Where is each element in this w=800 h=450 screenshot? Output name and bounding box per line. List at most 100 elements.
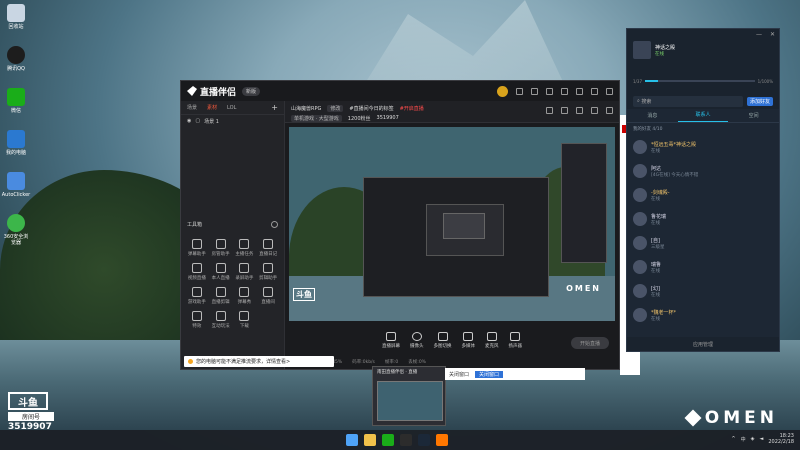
room-red-text[interactable]: #开启直播 xyxy=(400,105,424,112)
scene-row[interactable]: ◉ ▢ 场景 1 xyxy=(181,115,284,127)
contact-item[interactable]: 瑞鲁 在线 xyxy=(627,255,779,279)
qq-status[interactable]: 在线 xyxy=(655,51,675,57)
tab-material[interactable]: 素材 xyxy=(207,104,217,111)
friend-group-header[interactable]: 我的好友 4/10 xyxy=(627,123,779,135)
minimize-icon[interactable] xyxy=(576,87,583,95)
system-tray: ^ 中 ◈ ◄ 18:23 2022/2/18 xyxy=(731,433,794,445)
version-badge[interactable]: 新版 xyxy=(242,86,261,96)
gift-icon[interactable] xyxy=(546,107,553,114)
tool-item[interactable]: 下载 xyxy=(233,311,257,329)
camera-button[interactable]: 摄像头 xyxy=(410,331,424,349)
tool-item[interactable]: 游戏助手 xyxy=(185,287,209,305)
toolbox-settings-icon[interactable] xyxy=(271,221,278,228)
taskbar-thumbnail[interactable]: 南田直播伴侣 · 直播 xyxy=(372,366,446,426)
chart-icon[interactable] xyxy=(576,107,583,114)
computer-icon xyxy=(7,130,25,148)
user-avatar[interactable] xyxy=(497,85,508,97)
omen-diamond-icon xyxy=(684,409,702,427)
contact-item[interactable]: 鲁花瑞 在线 xyxy=(627,207,779,231)
desktop-icon-qq[interactable]: 腾讯QQ xyxy=(2,46,30,86)
qq-search-input[interactable]: ⌕ 搜索 xyxy=(633,95,743,107)
desktop-icon-360-browser[interactable]: 360安全浏览器 xyxy=(2,214,30,254)
clip-icon xyxy=(215,287,226,297)
gift-icon[interactable] xyxy=(531,87,538,95)
douyu-icon[interactable] xyxy=(436,434,448,446)
qq-user-info[interactable]: 神话之殿 在线 xyxy=(633,41,773,59)
tool-item[interactable]: 本人直播 xyxy=(209,263,233,281)
contact-item[interactable]: *恒远五毒*神话之殿 在线 xyxy=(627,135,779,159)
contact-item[interactable]: *魏老一杯* 在线 xyxy=(627,303,779,327)
add-friend-button[interactable]: 添加好友 xyxy=(746,96,773,106)
image-icon xyxy=(437,331,448,341)
tool-item[interactable]: 录屏助手 xyxy=(233,263,257,281)
media-button[interactable]: 多媒体 xyxy=(462,331,475,349)
start-live-button[interactable]: 开始直播 xyxy=(571,337,609,349)
contact-item[interactable]: 阿达 [4G在线] 今天心情不错 xyxy=(627,159,779,183)
system-clock[interactable]: 18:23 2022/2/18 xyxy=(768,433,794,445)
multi-image-button[interactable]: 多图切换 xyxy=(434,331,452,349)
tool-item[interactable]: 剪辑助手 xyxy=(256,263,280,281)
contact-item[interactable]: [自] 三级星 xyxy=(627,231,779,255)
tool-item[interactable]: 房管助手 xyxy=(209,239,233,257)
qq-window: — ✕ 神话之殿 在线 1/37 1/100% ⌕ 搜索 添加好友 消息 联系人… xyxy=(626,28,780,352)
eye-icon[interactable]: ◉ xyxy=(187,118,191,124)
start-menu-icon[interactable] xyxy=(346,434,358,446)
app-manager-button[interactable]: 应用管理 xyxy=(627,337,779,351)
lock-icon[interactable]: ▢ xyxy=(195,118,200,124)
contact-item[interactable]: [幻] 在线 xyxy=(627,279,779,303)
minimize-icon[interactable]: — xyxy=(756,31,762,38)
tab-space[interactable]: 空间 xyxy=(728,112,779,119)
desktop-icon-wechat[interactable]: 微信 xyxy=(2,88,30,128)
screen-capture-button[interactable]: 直播屏幕 xyxy=(382,331,400,349)
qq-avatar[interactable] xyxy=(633,41,651,59)
room-edit-tag[interactable]: 修改 xyxy=(327,104,344,112)
stream-preview[interactable]: 斗鱼 OMEN xyxy=(289,127,615,321)
volume-icon[interactable]: ◄ xyxy=(760,436,764,442)
settings-icon[interactable] xyxy=(546,87,553,95)
qq-icon[interactable] xyxy=(400,434,412,446)
app-mark-icon xyxy=(187,86,197,96)
tool-item[interactable]: 弹幕助手 xyxy=(185,239,209,257)
tool-item[interactable]: 弹幕秀 xyxy=(233,287,257,305)
file-explorer-icon[interactable] xyxy=(364,434,376,446)
tool-item[interactable]: 特效 xyxy=(185,311,209,329)
tray-chevron-icon[interactable]: ^ xyxy=(731,436,735,442)
qq-tabs: 消息 联系人 空间 xyxy=(627,109,779,123)
maximize-icon[interactable] xyxy=(591,87,598,95)
network-icon[interactable]: ◈ xyxy=(751,436,755,442)
message-icon[interactable] xyxy=(516,87,523,95)
share-icon[interactable] xyxy=(606,107,613,114)
tool-item[interactable]: 主播任务 xyxy=(233,239,257,257)
wechat-icon[interactable] xyxy=(382,434,394,446)
tool-item[interactable]: 视频直播 xyxy=(185,263,209,281)
room-info-bar: 山海魔兽RPG 修改 #直播间今日的标签 #开启直播 单机游戏 · 大型游戏 1… xyxy=(285,101,619,123)
dialog-button[interactable]: 关闭窗口 xyxy=(475,370,504,378)
menu-icon[interactable] xyxy=(561,87,568,95)
tool-item[interactable]: 直播剪辑 xyxy=(209,287,233,305)
close-icon[interactable] xyxy=(606,87,613,95)
tab-scene[interactable]: 场景 xyxy=(187,104,197,111)
room-title[interactable]: 山海魔兽RPG xyxy=(291,105,321,112)
danmaku-icon xyxy=(191,239,202,249)
desktop-icon-my-computer[interactable]: 我的电脑 xyxy=(2,130,30,170)
tool-item[interactable]: 直播日记 xyxy=(256,239,280,257)
tab-lol[interactable]: LOL xyxy=(227,105,236,111)
microphone-button[interactable]: 麦克风 xyxy=(485,331,499,349)
close-icon[interactable]: ✕ xyxy=(770,31,775,38)
category-tag[interactable]: 单机游戏 · 大型游戏 xyxy=(291,114,342,122)
camera-icon xyxy=(411,331,422,341)
contact-item[interactable]: -剑魂殿- 在线 xyxy=(627,183,779,207)
tab-messages[interactable]: 消息 xyxy=(627,112,678,119)
tool-item[interactable]: 直播间 xyxy=(256,287,280,305)
ime-indicator[interactable]: 中 xyxy=(741,436,746,443)
add-tab-icon[interactable]: + xyxy=(271,103,278,112)
performance-notice[interactable]: 您的电脑可能不满足推流要求，详情查看> xyxy=(184,356,334,367)
speaker-button[interactable]: 扬声器 xyxy=(509,331,522,349)
shop-icon[interactable] xyxy=(561,107,568,114)
desktop-icon-recycle-bin[interactable]: 回收站 xyxy=(2,4,30,44)
tab-contacts[interactable]: 联系人 xyxy=(677,109,729,122)
steam-icon[interactable] xyxy=(418,434,430,446)
desktop-icon-autoclicker[interactable]: AutoClicker xyxy=(2,172,30,212)
bell-icon[interactable] xyxy=(591,107,598,114)
tool-item[interactable]: 互动玩法 xyxy=(209,311,233,329)
